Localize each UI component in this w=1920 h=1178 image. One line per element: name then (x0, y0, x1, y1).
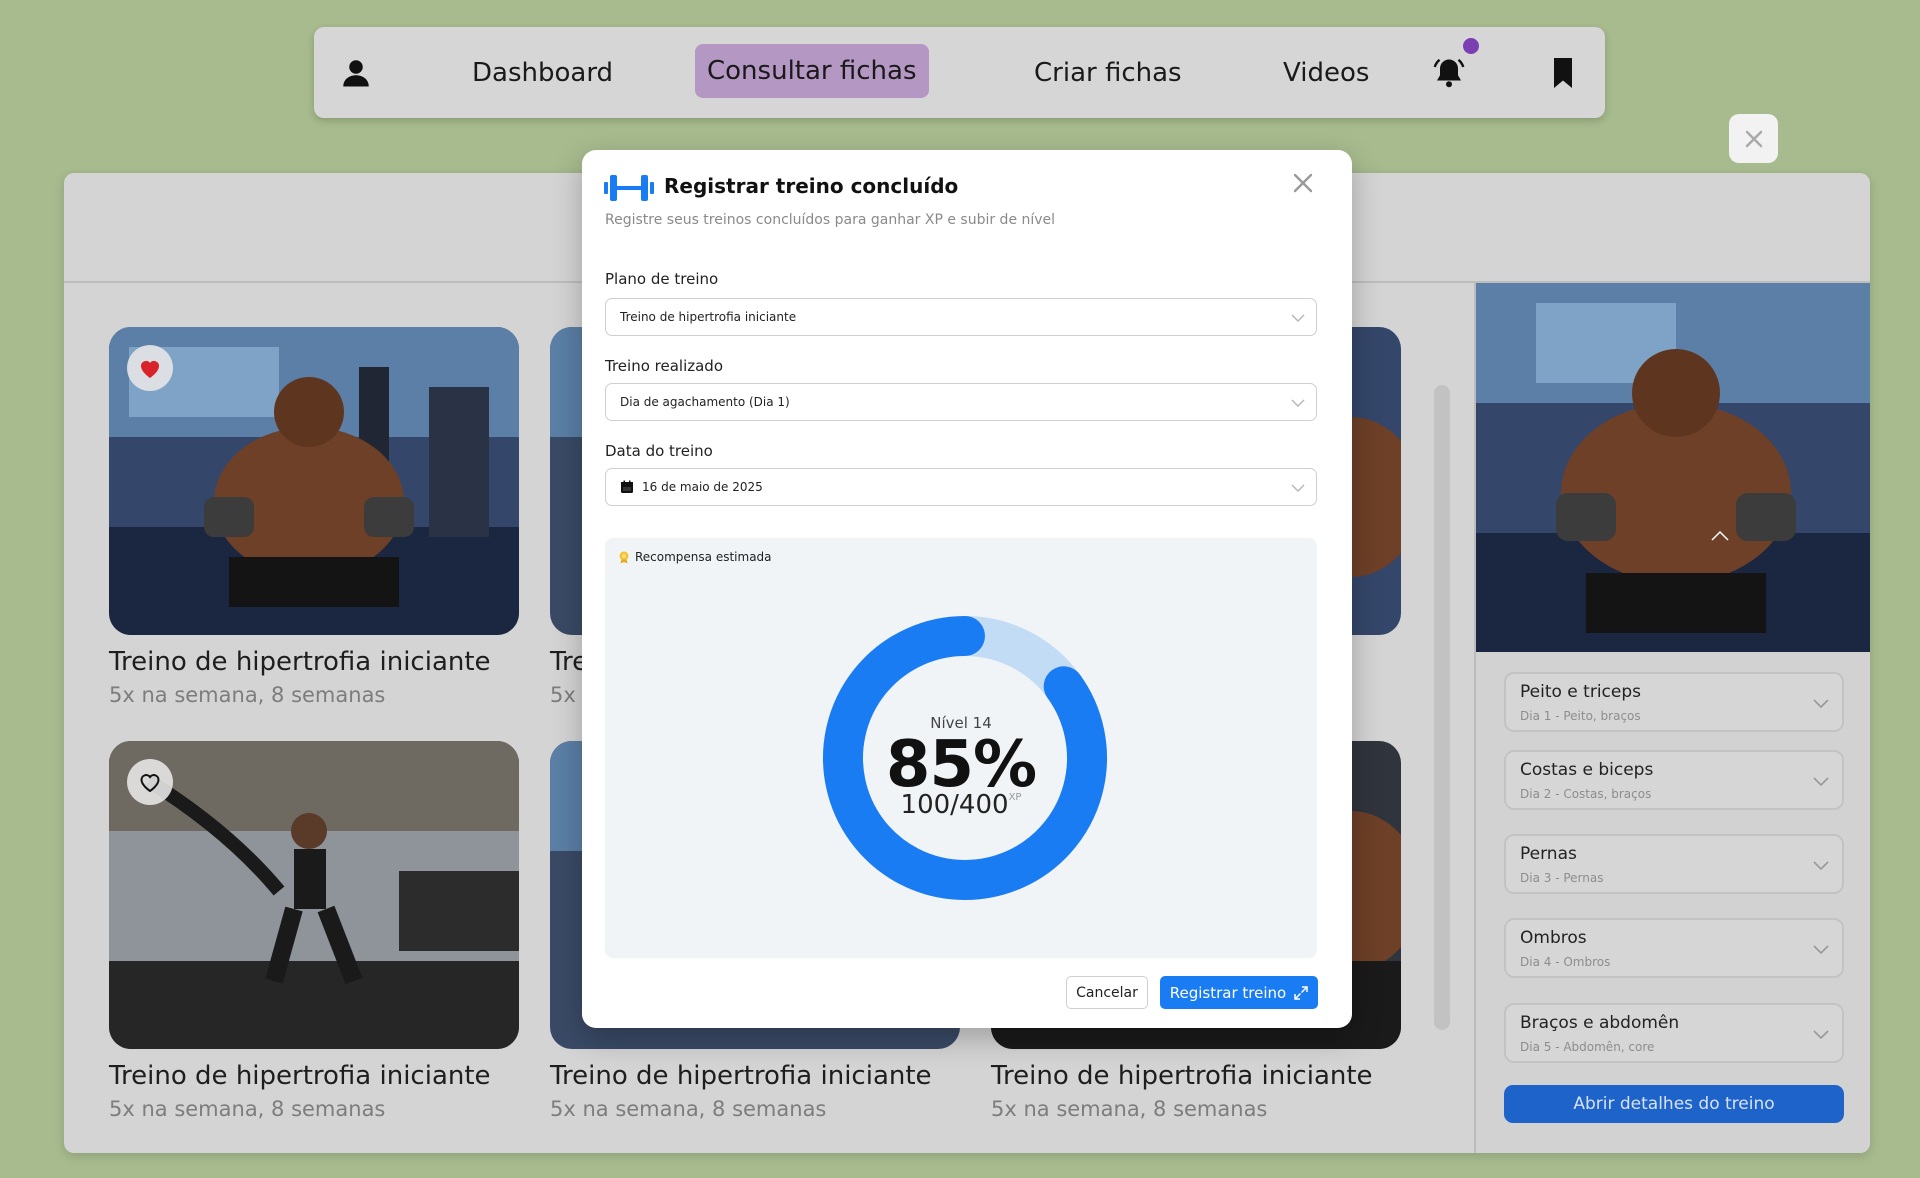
register-workout-button[interactable]: Registrar treino (1160, 976, 1318, 1009)
cancel-button[interactable]: Cancelar (1066, 976, 1148, 1009)
date-picker[interactable]: 16 de maio de 2025 (605, 468, 1317, 506)
expand-icon (1294, 985, 1308, 1000)
favorite-button[interactable] (127, 759, 173, 805)
workout-card[interactable]: Treino de hipertrofia iniciante 5x na se… (109, 741, 519, 1121)
chevron-down-icon (1813, 699, 1829, 709)
chevron-down-icon (1813, 1030, 1829, 1040)
favorite-button[interactable] (127, 345, 173, 391)
workout-card-title: Treino de hipertrofia iniciante (109, 1061, 491, 1091)
day-title: Ombros (1520, 928, 1587, 948)
bookmark-icon[interactable] (1545, 55, 1581, 91)
plan-select[interactable]: Treino de hipertrofia iniciante (605, 298, 1317, 336)
chevron-down-icon (1813, 945, 1829, 955)
xp-readout: 100/400XP (605, 790, 1317, 820)
workout-card-image (109, 741, 519, 1049)
workout-label: Treino realizado (605, 357, 724, 375)
medal-icon (619, 551, 629, 564)
chevron-down-icon (1813, 777, 1829, 787)
modal-subtitle: Registre seus treinos concluídos para ga… (605, 212, 1056, 228)
workout-select[interactable]: Dia de agachamento (Dia 1) (605, 383, 1317, 421)
workout-card-image (109, 327, 519, 635)
heart-filled-icon (141, 361, 159, 378)
workout-card-title: Treino de hipertrofia iniciante (991, 1061, 1373, 1091)
heart-outline-icon (140, 774, 160, 793)
day-accordion-item[interactable]: Braços e abdomên Dia 5 - Abdomên, core (1504, 1003, 1844, 1063)
calendar-icon (621, 480, 633, 493)
workout-card-subtitle: 5x na semana, 8 semanas (109, 1097, 386, 1121)
day-subtitle: Dia 2 - Costas, braços (1520, 787, 1652, 801)
register-workout-modal: Registrar treino concluído Registre seus… (582, 150, 1352, 1028)
day-accordion-item[interactable]: Pernas Dia 3 - Pernas (1504, 834, 1844, 894)
reward-panel: Recompensa estimada Nível 14 85% 100/400… (605, 538, 1317, 958)
workout-card-subtitle: 5x na semana, 8 semanas (991, 1097, 1268, 1121)
user-icon[interactable] (338, 55, 374, 91)
nav-criar-fichas[interactable]: Criar fichas (1034, 27, 1182, 118)
workout-card-title: Treino de hipertrofia iniciante (109, 647, 491, 677)
workout-preview-image (1476, 283, 1870, 652)
close-icon (1745, 130, 1762, 147)
day-subtitle: Dia 1 - Peito, braços (1520, 709, 1641, 723)
xp-value: 100/400 (900, 790, 1009, 820)
day-title: Costas e biceps (1520, 760, 1654, 780)
xp-unit: XP (1008, 792, 1022, 803)
chevron-down-icon (1291, 399, 1305, 407)
workout-card-subtitle: 5x na semana, 8 semanas (109, 683, 386, 707)
workout-select-value: Dia de agachamento (Dia 1) (620, 395, 790, 409)
nav-videos[interactable]: Videos (1283, 27, 1369, 118)
reward-label: Recompensa estimada (635, 550, 772, 564)
scrollbar[interactable] (1434, 385, 1450, 1030)
plan-select-value: Treino de hipertrofia iniciante (620, 310, 797, 324)
chevron-down-icon (1813, 861, 1829, 871)
chevron-down-icon (1291, 314, 1305, 322)
dumbbell-logo-icon (604, 175, 654, 201)
day-accordion-item[interactable]: Costas e biceps Dia 2 - Costas, braços (1504, 750, 1844, 810)
notification-dot (1463, 38, 1479, 54)
nav-consultar-fichas[interactable]: Consultar fichas (695, 44, 929, 98)
top-navbar: Dashboard Consultar fichas Criar fichas … (314, 27, 1605, 118)
workout-details-sidepanel: Peito e triceps Dia 1 - Peito, braços Co… (1474, 283, 1870, 1153)
plan-label: Plano de treino (605, 270, 719, 288)
day-title: Pernas (1520, 844, 1577, 864)
modal-title: Registrar treino concluído (664, 174, 959, 198)
chevron-down-icon (1291, 484, 1305, 492)
day-accordion-item[interactable]: Ombros Dia 4 - Ombros (1504, 918, 1844, 978)
nav-dashboard[interactable]: Dashboard (472, 27, 613, 118)
day-accordion-item[interactable]: Peito e triceps Dia 1 - Peito, braços (1504, 672, 1844, 732)
overlay-close-button[interactable] (1729, 114, 1778, 163)
day-subtitle: Dia 3 - Pernas (1520, 871, 1604, 885)
day-title: Braços e abdomên (1520, 1013, 1680, 1033)
workout-card-title: Treino de hipertrofia iniciante (550, 1061, 932, 1091)
open-workout-details-button[interactable]: Abrir detalhes do treino (1504, 1085, 1844, 1123)
day-title: Peito e triceps (1520, 682, 1641, 702)
close-icon[interactable] (1290, 170, 1316, 196)
workout-card[interactable]: Treino de hipertrofia iniciante 5x na se… (109, 327, 519, 707)
bell-icon[interactable] (1431, 55, 1467, 91)
day-subtitle: Dia 5 - Abdomên, core (1520, 1040, 1655, 1054)
day-subtitle: Dia 4 - Ombros (1520, 955, 1611, 969)
date-label: Data do treino (605, 442, 713, 460)
date-value: 16 de maio de 2025 (642, 480, 763, 494)
register-button-label: Registrar treino (1169, 983, 1287, 1002)
gym-photo-man-dumbbells (1476, 283, 1870, 652)
workout-card-subtitle: 5x na semana, 8 semanas (550, 1097, 827, 1121)
